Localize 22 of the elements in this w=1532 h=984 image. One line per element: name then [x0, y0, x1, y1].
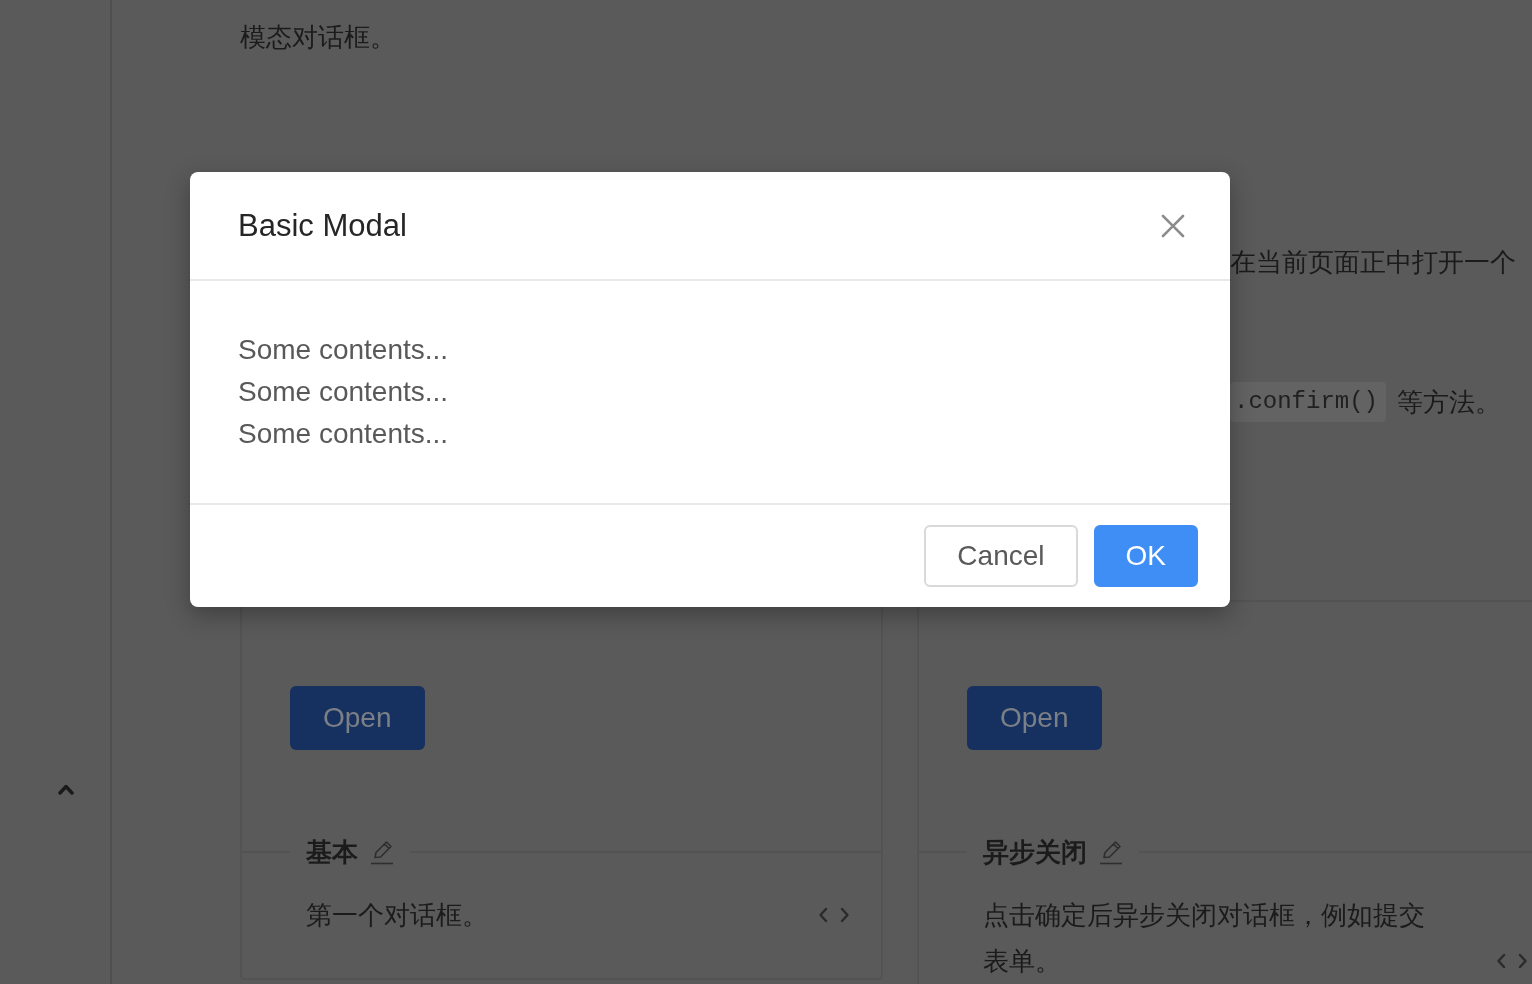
open-button[interactable]: Open	[967, 686, 1102, 750]
pencil-icon[interactable]	[370, 839, 394, 865]
cancel-button[interactable]: Cancel	[924, 525, 1078, 587]
close-icon[interactable]	[1161, 213, 1185, 238]
chevron-up-icon[interactable]	[58, 784, 74, 795]
angle-brackets-icon[interactable]	[1496, 953, 1528, 969]
paragraph-text: 等方法。	[1397, 386, 1502, 419]
code-snippet: .confirm()	[1230, 382, 1387, 422]
body-text: Some contents...	[238, 333, 449, 367]
body-text: Some contents...	[238, 417, 449, 451]
pencil-icon[interactable]	[1099, 839, 1123, 865]
demo-description: 第一个对话框。	[306, 899, 488, 932]
ok-button[interactable]: OK	[1093, 525, 1198, 587]
paragraph-text: 模态对话框。	[240, 21, 396, 54]
demo-title: 基本	[306, 836, 358, 869]
demo-description: 点击确定后异步关闭对话框，例如提交表单。	[983, 899, 1426, 978]
body-text: Some contents...	[238, 375, 449, 409]
modal-title: Basic Modal	[238, 206, 407, 245]
demo-title: 异步关闭	[983, 836, 1087, 869]
open-button[interactable]: Open	[290, 686, 425, 750]
angle-brackets-icon[interactable]	[818, 907, 850, 923]
paragraph-text: 在当前页面正中打开一个	[1230, 246, 1516, 279]
